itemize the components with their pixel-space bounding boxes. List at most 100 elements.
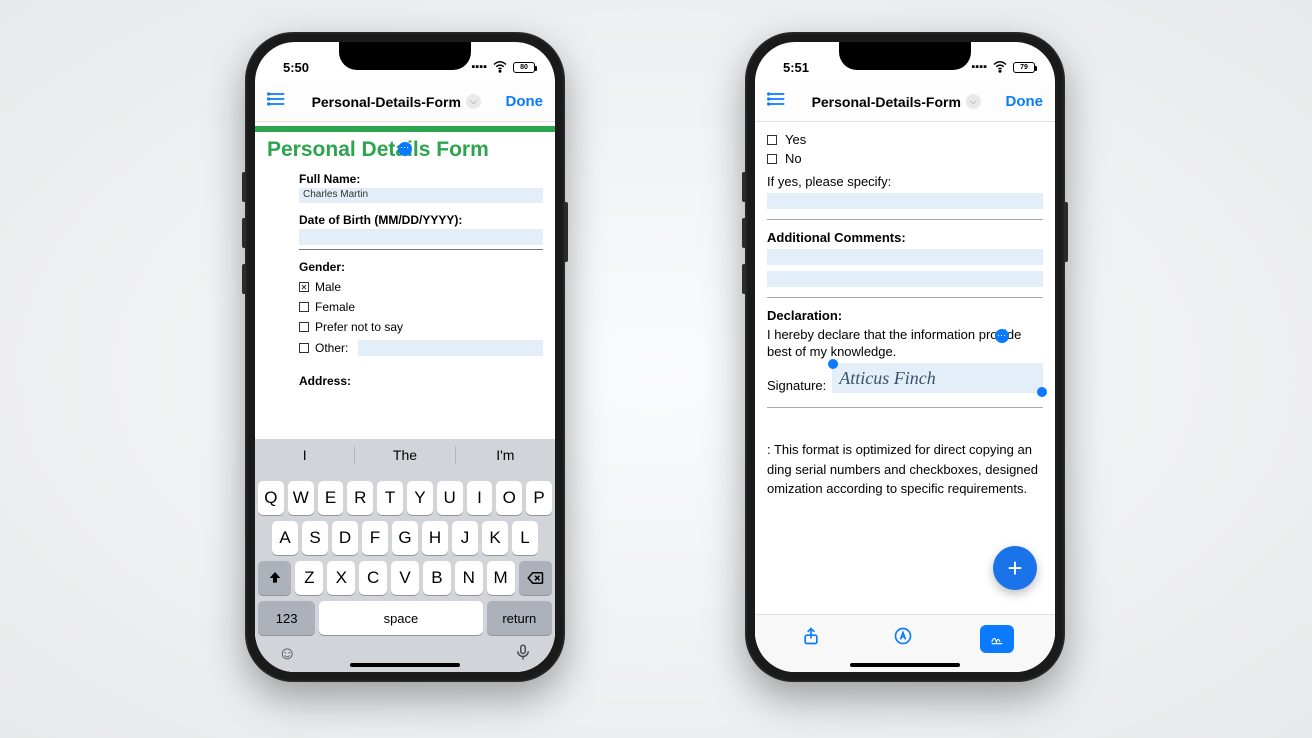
checkbox-icon[interactable]: [767, 154, 777, 164]
sign-icon[interactable]: [980, 625, 1014, 653]
battery-icon: 80: [513, 62, 535, 73]
done-button[interactable]: Done: [1006, 93, 1044, 110]
header-rule: [255, 126, 555, 132]
divider: [767, 297, 1043, 298]
key-a[interactable]: A: [272, 521, 298, 555]
option-no[interactable]: No: [767, 151, 1043, 166]
selection-handle-icon[interactable]: [398, 142, 412, 156]
checkbox-icon[interactable]: [299, 322, 309, 332]
list-icon[interactable]: [267, 89, 287, 114]
key-y[interactable]: Y: [407, 481, 433, 515]
key-row-2: A S D F G H J K L: [258, 521, 552, 555]
key-k[interactable]: K: [482, 521, 508, 555]
gender-prefer-label: Prefer not to say: [315, 320, 403, 334]
gender-female-label: Female: [315, 300, 355, 314]
key-v[interactable]: V: [391, 561, 419, 595]
notch: [839, 42, 971, 70]
dob-input[interactable]: [299, 229, 543, 245]
divider: [767, 407, 1043, 408]
key-c[interactable]: C: [359, 561, 387, 595]
divider: [767, 219, 1043, 220]
key-x[interactable]: X: [327, 561, 355, 595]
return-key[interactable]: return: [487, 601, 552, 635]
key-u[interactable]: U: [437, 481, 463, 515]
key-row-4: 123 space return: [258, 601, 552, 635]
key-f[interactable]: F: [362, 521, 388, 555]
checkbox-icon[interactable]: ✕: [299, 282, 309, 292]
key-h[interactable]: H: [422, 521, 448, 555]
selection-handle-icon[interactable]: [828, 359, 838, 369]
checkbox-icon[interactable]: [767, 135, 777, 145]
key-t[interactable]: T: [377, 481, 403, 515]
notch: [339, 42, 471, 70]
key-o[interactable]: O: [496, 481, 522, 515]
selection-handle-icon[interactable]: [1037, 387, 1047, 397]
key-n[interactable]: N: [455, 561, 483, 595]
key-i[interactable]: I: [467, 481, 493, 515]
list-icon[interactable]: [767, 89, 787, 114]
gender-option-prefer[interactable]: Prefer not to say: [267, 320, 543, 334]
key-d[interactable]: D: [332, 521, 358, 555]
shift-key[interactable]: [258, 561, 291, 595]
gender-other-label: Other:: [315, 341, 348, 355]
key-b[interactable]: B: [423, 561, 451, 595]
signature-row: Signature: Atticus Finch: [767, 363, 1043, 393]
emoji-icon[interactable]: ☺: [278, 643, 296, 666]
home-indicator[interactable]: [350, 663, 460, 667]
selection-handle-icon[interactable]: [995, 329, 1009, 343]
nav-title-group[interactable]: Personal-Details-Form ⌵: [812, 94, 981, 110]
key-s[interactable]: S: [302, 521, 328, 555]
gender-option-female[interactable]: Female: [267, 300, 543, 314]
markup-icon[interactable]: [888, 626, 918, 651]
comments-input-1[interactable]: [767, 249, 1043, 265]
key-p[interactable]: P: [526, 481, 552, 515]
signature-label: Signature:: [767, 378, 826, 393]
delete-key[interactable]: [519, 561, 552, 595]
suggestion-1[interactable]: I: [255, 447, 354, 463]
gender-option-other[interactable]: Other:: [267, 340, 543, 356]
key-z[interactable]: Z: [295, 561, 323, 595]
full-name-input[interactable]: Charles Martin: [299, 188, 543, 203]
status-right: ▪▪▪▪ 80: [471, 57, 535, 78]
yes-label: Yes: [785, 132, 806, 147]
key-r[interactable]: R: [347, 481, 373, 515]
key-e[interactable]: E: [318, 481, 344, 515]
suggestion-3[interactable]: I'm: [456, 447, 555, 463]
status-time: 5:50: [283, 60, 309, 75]
key-w[interactable]: W: [288, 481, 314, 515]
suggestion-2[interactable]: The: [355, 447, 454, 463]
key-g[interactable]: G: [392, 521, 418, 555]
mic-icon[interactable]: [514, 643, 532, 666]
screen-left: 5:50 ▪▪▪▪ 80 Personal-Details-Form ⌵ Don…: [255, 42, 555, 672]
key-l[interactable]: L: [512, 521, 538, 555]
note-line-2: ding serial numbers and checkboxes, desi…: [767, 460, 1043, 480]
declaration-label: Declaration:: [767, 308, 1043, 323]
cellular-icon: ▪▪▪▪: [471, 62, 487, 73]
note-line-3: omization according to specific requirem…: [767, 479, 1043, 499]
keyboard-bottom: ☺: [258, 635, 552, 666]
option-yes[interactable]: Yes: [767, 132, 1043, 147]
nav-title-group[interactable]: Personal-Details-Form ⌵: [312, 94, 481, 110]
comments-input-2[interactable]: [767, 271, 1043, 287]
key-q[interactable]: Q: [258, 481, 284, 515]
key-j[interactable]: J: [452, 521, 478, 555]
space-key[interactable]: space: [319, 601, 482, 635]
numbers-key[interactable]: 123: [258, 601, 315, 635]
gender-option-male[interactable]: ✕ Male: [267, 280, 543, 294]
key-m[interactable]: M: [487, 561, 515, 595]
share-icon[interactable]: [796, 626, 826, 651]
note-line-1: : This format is optimized for direct co…: [767, 440, 1043, 460]
nav-bar: Personal-Details-Form ⌵ Done: [255, 82, 555, 122]
declaration-text-1: I hereby declare that the information pr…: [767, 327, 1043, 342]
key-row-1: Q W E R T Y U I O P: [258, 481, 552, 515]
home-indicator[interactable]: [850, 663, 960, 667]
gender-other-input[interactable]: [358, 340, 543, 356]
specify-input[interactable]: [767, 193, 1043, 209]
checkbox-icon[interactable]: [299, 343, 309, 353]
add-button[interactable]: +: [993, 546, 1037, 590]
status-time: 5:51: [783, 60, 809, 75]
done-button[interactable]: Done: [506, 93, 544, 110]
signature-field[interactable]: Atticus Finch: [832, 363, 1043, 393]
checkbox-icon[interactable]: [299, 302, 309, 312]
chevron-down-icon: ⌵: [466, 94, 481, 109]
